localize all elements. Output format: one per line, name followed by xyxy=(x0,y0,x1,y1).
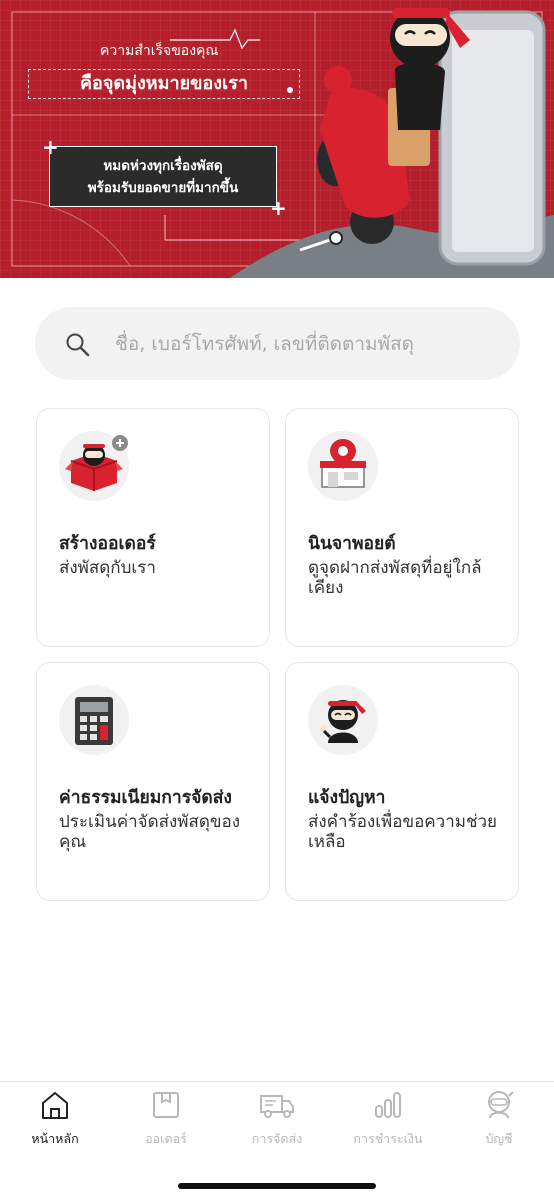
home-icon xyxy=(42,1092,68,1119)
ninja-point-card[interactable]: นินจาพอยต์ ดูจุดฝากส่งพัสดุที่อยู่ใกล้เค… xyxy=(285,408,519,647)
nav-account-label: บัญชี xyxy=(485,1131,513,1146)
calculator-icon xyxy=(59,685,129,755)
nav-home-label: หน้าหลัก xyxy=(31,1131,79,1146)
shipping-fee-card[interactable]: ค่าธรรมเนียมการจัดส่ง ประเมินค่าจัดส่งพั… xyxy=(36,662,270,901)
ninja-support-icon xyxy=(308,685,378,755)
banner-message-line1: หมดห่วงทุกเรื่องพัสดุ xyxy=(103,158,223,174)
truck-icon xyxy=(260,1095,294,1118)
nav-orders[interactable]: ออเดอร์ xyxy=(116,1088,216,1149)
nav-payment[interactable]: การชำระเงิน xyxy=(338,1088,438,1149)
shipping-fee-title: ค่าธรรมเนียมการจัดส่ง xyxy=(59,788,232,808)
nav-payment-label: การชำระเงิน xyxy=(353,1131,423,1146)
search-input[interactable] xyxy=(115,325,505,363)
create-order-subtitle: ส่งพัสดุกับเรา xyxy=(59,558,156,578)
shipping-fee-subtitle: ประเมินค่าจัดส่งพัสดุของคุณ xyxy=(59,812,241,852)
nav-account[interactable]: บัญชี xyxy=(449,1088,549,1149)
promo-banner[interactable]: ความสำเร็จของคุณ คือจุดมุ่งหมายของเรา หม… xyxy=(0,0,554,278)
banner-headline: คือจุดมุ่งหมายของเรา xyxy=(28,69,300,99)
nav-delivery[interactable]: การจัดส่ง xyxy=(227,1088,327,1149)
ninja-point-title: นินจาพอยต์ xyxy=(308,534,396,554)
nav-delivery-label: การจัดส่ง xyxy=(251,1131,303,1146)
add-badge-icon xyxy=(112,435,128,451)
order-box-icon xyxy=(153,1092,179,1118)
ninja-account-icon xyxy=(488,1091,514,1119)
nav-home[interactable]: หน้าหลัก xyxy=(5,1088,105,1149)
report-problem-card[interactable]: แจ้งปัญหา ส่งคำร้องเพื่อขอความช่วยเหลือ xyxy=(285,662,519,901)
report-problem-title: แจ้งปัญหา xyxy=(308,788,386,808)
bar-chart-icon xyxy=(375,1092,401,1118)
report-problem-subtitle: ส่งคำร้องเพื่อขอความช่วยเหลือ xyxy=(308,812,498,852)
search-bar[interactable] xyxy=(35,307,520,380)
home-indicator[interactable] xyxy=(178,1183,376,1189)
search-icon xyxy=(66,333,90,357)
create-order-title: สร้างออเดอร์ xyxy=(59,534,156,554)
create-order-card[interactable]: สร้างออเดอร์ ส่งพัสดุกับเรา xyxy=(36,408,270,647)
plus-decoration-icon: + xyxy=(42,135,59,159)
ninja-point-subtitle: ดูจุดฝากส่งพัสดุที่อยู่ใกล้เคียง xyxy=(308,558,482,598)
banner-artwork xyxy=(0,0,554,278)
plus-decoration-icon: + xyxy=(270,196,287,220)
banner-message-line2: พร้อมรับยอดขายที่มากขึ้น xyxy=(87,180,239,196)
nav-orders-label: ออเดอร์ xyxy=(145,1131,187,1146)
banner-tagline: ความสำเร็จของคุณ xyxy=(100,43,219,59)
banner-message-box: หมดห่วงทุกเรื่องพัสดุ พร้อมรับยอดขายที่ม… xyxy=(49,146,277,207)
location-store-icon xyxy=(308,431,378,501)
